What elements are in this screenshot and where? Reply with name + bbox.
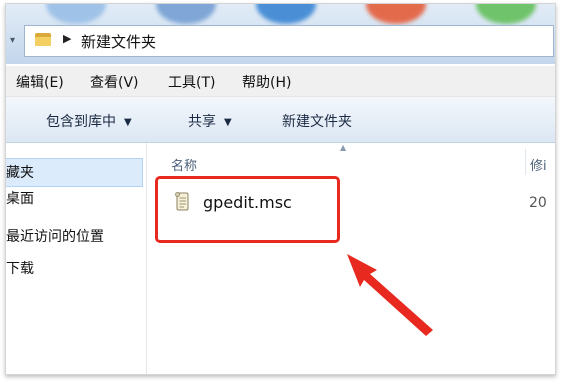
share-button[interactable]: 共享 ▼	[188, 111, 232, 131]
nav-item-favorites[interactable]: 藏夹	[6, 162, 34, 182]
menu-edit[interactable]: 编辑(E)	[16, 72, 64, 92]
navigation-pane: 藏夹 桌面 最近访问的位置 下载	[6, 143, 147, 374]
column-divider[interactable]	[525, 149, 526, 175]
nav-item-desktop[interactable]: 桌面	[6, 188, 34, 208]
nav-item-downloads[interactable]: 下载	[6, 258, 34, 278]
address-field[interactable]: ▶ 新建文件夹	[24, 25, 554, 57]
menu-tools[interactable]: 工具(T)	[168, 72, 215, 92]
nav-item-recent-places[interactable]: 最近访问的位置	[6, 226, 104, 246]
file-modified-date: 20	[529, 195, 547, 211]
background-blur	[256, 4, 316, 24]
include-in-library-button[interactable]: 包含到库中 ▼	[46, 111, 132, 131]
address-bar-area: ▾ ▶ 新建文件夹	[6, 4, 555, 64]
background-blur	[476, 4, 536, 24]
column-header-modified[interactable]: 修i	[530, 155, 547, 174]
new-folder-button[interactable]: 新建文件夹	[282, 111, 352, 131]
background-blur	[156, 4, 216, 24]
explorer-window: ▾ ▶ 新建文件夹 编辑(E) 查看(V) 工具(T) 帮助(H) 包含到库中 ▼…	[5, 3, 556, 375]
background-blur	[366, 4, 426, 24]
menu-bar: 编辑(E) 查看(V) 工具(T) 帮助(H)	[6, 66, 555, 97]
recent-locations-dropdown-icon[interactable]: ▾	[10, 35, 15, 46]
sort-ascending-icon: ▲	[340, 143, 347, 152]
background-blur	[46, 4, 106, 24]
breadcrumb-current-folder[interactable]: 新建文件夹	[81, 31, 156, 52]
annotation-highlight-box	[155, 176, 340, 243]
chevron-down-icon: ▼	[124, 117, 132, 128]
breadcrumb-chevron-icon[interactable]: ▶	[63, 32, 71, 45]
column-header-name[interactable]: 名称	[171, 155, 197, 174]
share-label: 共享	[188, 114, 216, 130]
menu-view[interactable]: 查看(V)	[90, 72, 139, 92]
red-arrow-icon	[347, 254, 433, 336]
file-list-pane: ▲ 名称 修i gpedit.msc 20	[147, 143, 555, 374]
menu-help[interactable]: 帮助(H)	[242, 72, 291, 92]
chevron-down-icon: ▼	[224, 117, 232, 128]
include-in-library-label: 包含到库中	[46, 114, 116, 130]
folder-icon	[35, 33, 51, 46]
command-toolbar: 包含到库中 ▼ 共享 ▼ 新建文件夹	[6, 97, 555, 143]
